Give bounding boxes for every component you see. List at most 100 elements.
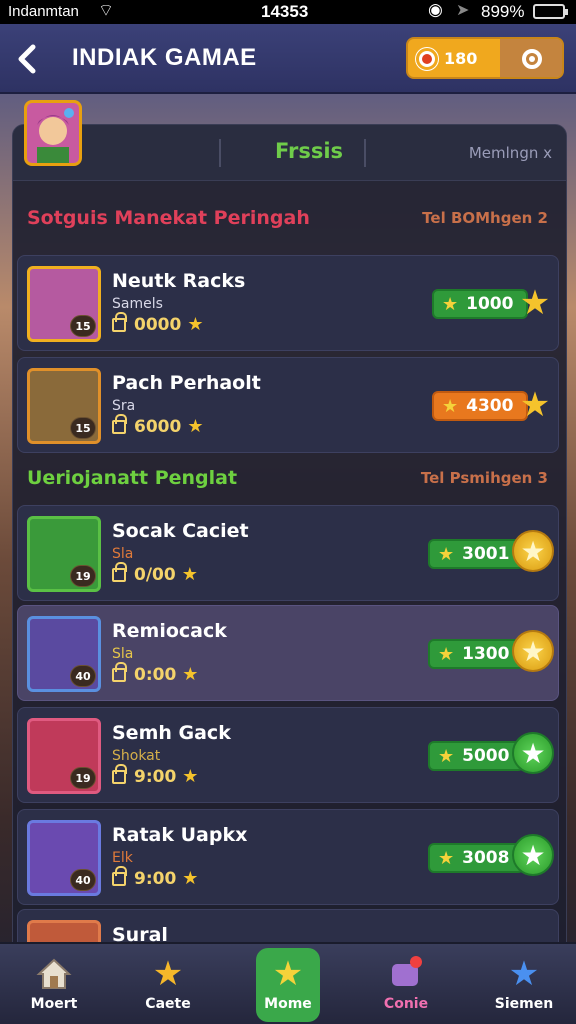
level-badge: 40 (70, 869, 96, 891)
character-portrait: 15 (27, 368, 101, 444)
timer-value: 6000 (134, 416, 182, 437)
nav-item-conie[interactable]: Conie (356, 944, 456, 1024)
list-item[interactable]: 19 Semh Gack Shokat 9:00 ★ ★ 5000 ★ (17, 707, 559, 803)
settings-button[interactable] (500, 39, 562, 77)
section-title: Ueriojanatt Penglat (27, 467, 238, 489)
signal-icon: ◉ (428, 0, 443, 19)
lock-icon (112, 311, 127, 332)
nav-label: Siemen (494, 996, 554, 1012)
star-icon: ★ (442, 395, 459, 417)
list-item[interactable]: 40 Ratak Uapkx Elk 9:00 ★ ★ 3008 ★ (17, 809, 559, 905)
timer-value: 0/00 (134, 564, 176, 585)
timer-value: 9:00 (134, 766, 177, 787)
character-portrait: 19 (27, 718, 101, 794)
section-note: Tel BOMhgen 2 (422, 209, 548, 227)
price-button[interactable]: ★ 1300 (428, 639, 524, 669)
item-name: Neutk Racks (112, 270, 246, 292)
item-subtitle: Sla (112, 646, 134, 662)
list-item[interactable]: 15 Neutk Racks Samels 0000 ★ ★ 1000 ★ (17, 255, 559, 351)
back-button[interactable] (12, 39, 42, 79)
star-icon: ★ (181, 564, 198, 585)
star-icon: ★ (182, 766, 199, 787)
item-timer: 0/00 ★ (112, 561, 198, 585)
nav-item-mome[interactable]: ★ Mome (256, 948, 320, 1022)
star-icon: ★ (152, 954, 184, 994)
battery-percentage: 899% (481, 2, 525, 21)
price-value: 3001 (462, 544, 510, 564)
carrier-label: Indanmtan (8, 3, 79, 20)
section-title: Sotguis Manekat Peringah (27, 207, 310, 229)
list-item[interactable]: 40 Remiocack Sla 0:00 ★ ★ 1300 ★ (17, 605, 559, 701)
item-name: Ratak Uapkx (112, 824, 248, 846)
price-button[interactable]: ★ 5000 (428, 741, 524, 771)
list-item[interactable]: 15 Pach Perhaolt Sra 6000 ★ ★ 4300 ★ (17, 357, 559, 453)
level-badge: 15 (70, 417, 96, 439)
star-icon: ★ (442, 293, 459, 315)
level-badge: 40 (70, 665, 96, 687)
panel-header: Frssis Memlngn x (13, 125, 566, 181)
star-icon: ★ (187, 314, 204, 335)
item-timer: 9:00 ★ (112, 763, 199, 787)
nav-label: Mome (264, 996, 312, 1012)
lock-icon (112, 865, 127, 886)
item-name: Remiocack (112, 620, 227, 642)
item-subtitle: Sla (112, 546, 134, 562)
page-title: INDIAK GAMAE (72, 44, 257, 71)
lock-icon (112, 413, 127, 434)
nav-label: Conie (383, 996, 429, 1012)
price-value: 1000 (466, 294, 514, 314)
nav-item-siemen[interactable]: ★ Siemen (474, 944, 574, 1024)
item-timer: 0000 ★ (112, 311, 204, 335)
level-badge: 19 (70, 565, 96, 587)
chat-icon (386, 954, 426, 994)
list-item[interactable]: 19 Socak Caciet Sla 0/00 ★ ★ 3001 ★ (17, 505, 559, 601)
nav-item-caete[interactable]: ★ Caete (118, 944, 218, 1024)
close-link[interactable]: Memlngn x (469, 144, 552, 162)
tab-divider (364, 139, 366, 167)
profile-avatar[interactable] (24, 100, 82, 166)
tab-divider (219, 139, 221, 167)
reward-star-icon: ★ (519, 385, 551, 425)
reward-star-icon: ★ (512, 732, 554, 774)
price-value: 1300 (462, 644, 510, 664)
star-icon: ★ (182, 868, 199, 889)
currency-display[interactable]: 180 (406, 37, 564, 79)
price-value: 4300 (466, 396, 514, 416)
price-button[interactable]: ★ 3001 (428, 539, 524, 569)
tab-active[interactable]: Frssis (245, 139, 373, 163)
timer-value: 0:00 (134, 664, 177, 685)
reward-star-icon: ★ (512, 530, 554, 572)
battery-icon (533, 4, 568, 19)
price-button[interactable]: ★ 3008 (428, 843, 524, 873)
star-icon: ★ (272, 954, 304, 994)
item-name: Socak Caciet (112, 520, 249, 542)
reward-star-icon: ★ (512, 834, 554, 876)
level-badge: 19 (70, 767, 96, 789)
reward-star-icon: ★ (512, 630, 554, 672)
currency-amount: 180 (444, 49, 478, 68)
shop-panel: Frssis Memlngn x Sotguis Manekat Peringa… (12, 124, 567, 954)
section-note: Tel Psmihgen 3 (420, 469, 548, 487)
location-icon: ➤ (456, 2, 470, 19)
item-timer: 0:00 ★ (112, 661, 199, 685)
character-portrait: 19 (27, 516, 101, 592)
star-icon: ★ (182, 664, 199, 685)
star-icon: ★ (187, 416, 204, 437)
status-bar: Indanmtan ⌔ 14353 ◉ ➤ 899% (0, 0, 576, 24)
home-icon (34, 954, 74, 994)
price-value: 3008 (462, 848, 510, 868)
star-icon: ★ (438, 847, 455, 869)
chevron-left-icon (18, 44, 36, 74)
item-subtitle: Sra (112, 398, 136, 414)
price-value: 5000 (462, 746, 510, 766)
item-subtitle: Samels (112, 296, 163, 312)
item-timer: 9:00 ★ (112, 865, 199, 889)
star-icon: ★ (438, 643, 455, 665)
clock: 14353 (261, 2, 309, 21)
nav-item-home[interactable]: Moert (4, 944, 104, 1024)
timer-value: 9:00 (134, 868, 177, 889)
reward-star-icon: ★ (519, 283, 551, 323)
gear-icon (522, 49, 542, 69)
lock-icon (112, 661, 127, 682)
character-portrait: 15 (27, 266, 101, 342)
